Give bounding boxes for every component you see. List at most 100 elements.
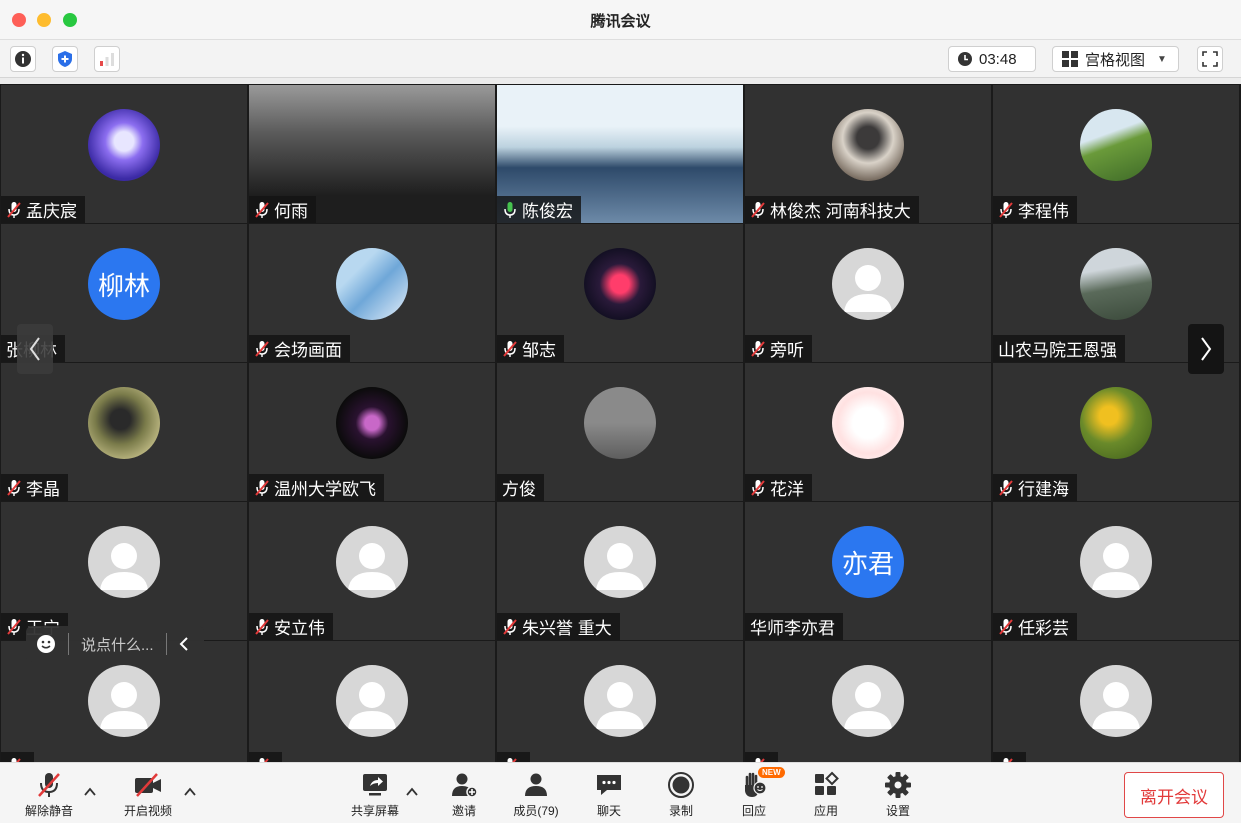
avatar: [584, 665, 656, 737]
participant-tile[interactable]: 陈俊宏: [497, 85, 743, 223]
chat-input-placeholder[interactable]: 说点什么...: [81, 634, 154, 655]
apps-icon: [815, 771, 839, 795]
participant-tile[interactable]: [993, 641, 1239, 779]
invite-label: 邀请: [451, 804, 476, 818]
reactions-button[interactable]: NEW 回应: [724, 767, 785, 819]
apps-button[interactable]: 应用: [796, 771, 856, 819]
avatar: [1080, 387, 1152, 459]
participant-tile[interactable]: 任彩芸: [993, 502, 1239, 640]
participant-tile[interactable]: [249, 641, 495, 779]
participant-name: 安立伟: [274, 619, 325, 638]
mic-muted-icon: [255, 479, 269, 496]
participant-tile[interactable]: 朱兴誉 重大: [497, 502, 743, 640]
emoji-icon[interactable]: [36, 634, 56, 654]
default-avatar-icon: [348, 543, 396, 590]
default-avatar-icon: [100, 543, 148, 590]
participant-name: 朱兴誉 重大: [522, 619, 612, 638]
record-icon: [668, 772, 694, 798]
avatar: [1080, 248, 1152, 320]
add-user-icon: [452, 773, 478, 798]
participant-tile[interactable]: 孟庆宸: [1, 85, 247, 223]
participant-name: 行建海: [1018, 480, 1069, 499]
default-avatar-icon: [596, 543, 644, 590]
start-video-button[interactable]: 开启视频: [118, 771, 178, 819]
participant-tile[interactable]: 温州大学欧飞: [249, 363, 495, 501]
participant-name: 任彩芸: [1018, 619, 1069, 638]
participant-tile[interactable]: [497, 641, 743, 779]
participant-tile[interactable]: 旁听: [745, 224, 991, 362]
meeting-controls-bar: 解除静音 开启视频 共享屏幕 邀请 成员(79) 聊天 录制 NEW 回应 应用…: [0, 762, 1241, 823]
default-avatar-icon: [1092, 543, 1140, 590]
mic-muted-icon: [7, 479, 21, 496]
start-video-label: 开启视频: [123, 804, 172, 818]
participant-name-tag: 李程伟: [993, 196, 1077, 223]
participant-name: 花洋: [770, 480, 804, 499]
participant-tile[interactable]: 亦君 华师李亦君: [745, 502, 991, 640]
audio-options-chevron-icon[interactable]: [83, 785, 97, 799]
meeting-info-button[interactable]: [10, 46, 36, 72]
participant-tile[interactable]: 邹志: [497, 224, 743, 362]
participant-tile[interactable]: 王宁: [1, 502, 247, 640]
unmute-button[interactable]: 解除静音: [19, 771, 79, 819]
default-avatar-icon: [844, 682, 892, 729]
record-button[interactable]: 录制: [651, 771, 711, 819]
participant-tile[interactable]: 李程伟: [993, 85, 1239, 223]
previous-page-button[interactable]: [17, 324, 53, 374]
participant-tile[interactable]: 李晶: [1, 363, 247, 501]
title-bar: 腾讯会议: [0, 0, 1241, 40]
fullscreen-button[interactable]: [1197, 46, 1223, 72]
participant-tile[interactable]: 何雨: [249, 85, 495, 223]
share-screen-icon: [363, 774, 387, 796]
leave-meeting-button[interactable]: 离开会议: [1124, 772, 1224, 818]
default-avatar-icon: [348, 682, 396, 729]
avatar: [584, 387, 656, 459]
mic-muted-icon: [255, 340, 269, 357]
security-button[interactable]: [52, 46, 78, 72]
chevron-left-icon: [29, 337, 40, 361]
invite-button[interactable]: 邀请: [434, 771, 494, 819]
participant-name-tag: 旁听: [745, 335, 812, 362]
video-options-chevron-icon[interactable]: [183, 785, 197, 799]
reactions-label: 回应: [741, 804, 766, 818]
participant-tile[interactable]: 安立伟: [249, 502, 495, 640]
divider: [165, 633, 167, 655]
divider: [68, 633, 69, 655]
participant-tile[interactable]: [745, 641, 991, 779]
members-button[interactable]: 成员(79): [506, 771, 566, 819]
mic-muted-icon: [999, 618, 1013, 635]
participant-tile[interactable]: 行建海: [993, 363, 1239, 501]
avatar: [336, 526, 408, 598]
participant-tile[interactable]: 会场画面: [249, 224, 495, 362]
mic-muted-icon: [7, 618, 21, 635]
participant-name-tag: 孟庆宸: [1, 196, 85, 223]
participant-name: 山农马院王恩强: [998, 341, 1117, 360]
participant-name-tag: 花洋: [745, 474, 812, 501]
avatar: 亦君: [832, 526, 904, 598]
participant-name-tag: 何雨: [249, 196, 316, 223]
chat-label: 聊天: [596, 804, 621, 818]
mic-muted-icon: [999, 479, 1013, 496]
share-screen-button[interactable]: 共享屏幕: [345, 771, 405, 819]
next-page-button[interactable]: [1188, 324, 1224, 374]
network-signal-button[interactable]: [94, 46, 120, 72]
participant-name: 温州大学欧飞: [274, 480, 376, 499]
share-options-chevron-icon[interactable]: [405, 785, 419, 799]
chat-button[interactable]: 聊天: [579, 771, 639, 819]
participant-tile[interactable]: 方俊: [497, 363, 743, 501]
avatar: [832, 109, 904, 181]
fullscreen-icon: [1202, 51, 1218, 67]
participant-name: 林俊杰 河南科技大: [770, 202, 911, 221]
shield-icon: [58, 51, 72, 67]
gear-icon: [885, 772, 911, 798]
mic-muted-icon: [255, 618, 269, 635]
avatar: [336, 248, 408, 320]
window-title: 腾讯会议: [590, 13, 651, 30]
participant-tile[interactable]: 花洋: [745, 363, 991, 501]
quick-chat-box[interactable]: 说点什么...: [26, 626, 204, 662]
settings-button[interactable]: 设置: [868, 771, 928, 819]
view-mode-select[interactable]: 宫格视图 ▼: [1052, 46, 1179, 72]
microphone-muted-icon: [38, 773, 60, 797]
collapse-chat-icon[interactable]: [179, 637, 189, 651]
mic-muted-icon: [503, 618, 517, 635]
participant-tile[interactable]: 林俊杰 河南科技大: [745, 85, 991, 223]
